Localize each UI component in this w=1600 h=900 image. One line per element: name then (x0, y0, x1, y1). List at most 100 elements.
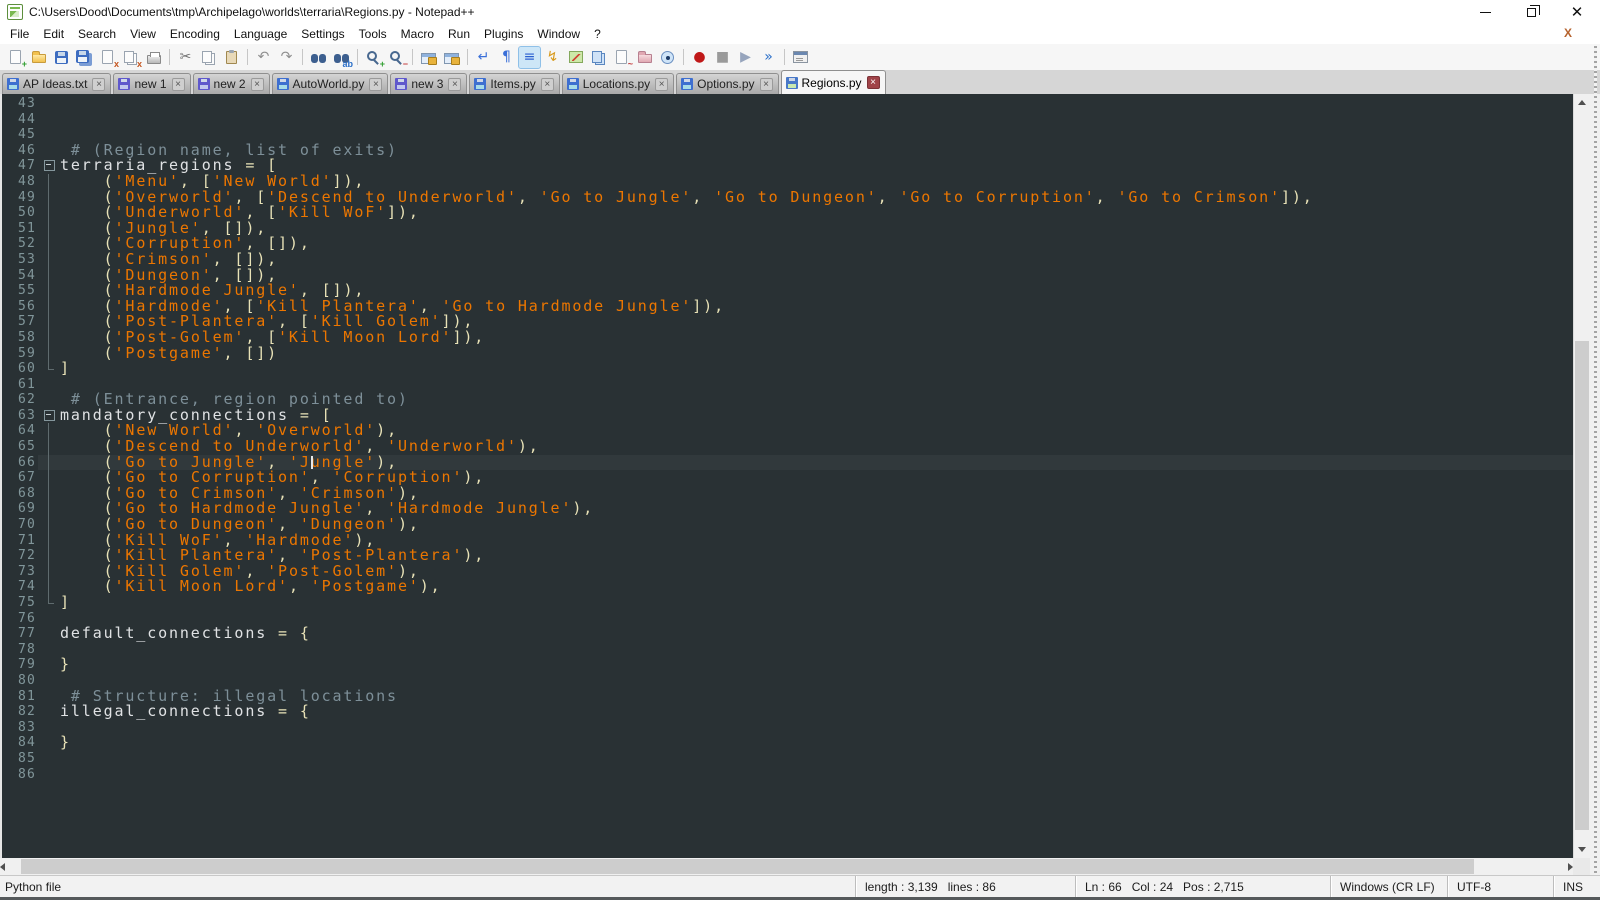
tab-close-icon[interactable]: × (369, 78, 382, 91)
menu-tools[interactable]: Tools (352, 25, 394, 43)
code-line[interactable]: 59 ('Postgame', []) (2, 346, 1573, 362)
sync-vertical-scroll-button[interactable] (418, 47, 439, 68)
word-wrap-button[interactable]: ↵ (473, 47, 494, 68)
menu-plugins[interactable]: Plugins (477, 25, 530, 43)
tab-regions-py[interactable]: Regions.py× (781, 70, 886, 94)
menu-macro[interactable]: Macro (394, 25, 441, 43)
replace-button[interactable]: ab (331, 47, 352, 68)
code-token: 'Go to Jungle' (540, 188, 693, 206)
minimize-button[interactable] (1462, 0, 1508, 24)
horizontal-scrollbar[interactable] (0, 858, 1573, 875)
status-insert-mode[interactable]: INS (1553, 876, 1600, 897)
code-line[interactable]: 74 ('Kill Moon Lord', 'Postgame'), (2, 579, 1573, 595)
menu-search[interactable]: Search (71, 25, 123, 43)
undo-button[interactable]: ↶ (253, 47, 274, 68)
zoom-out-button[interactable]: − (386, 47, 407, 68)
save-file-button[interactable] (51, 47, 72, 68)
tab-options-py[interactable]: Options.py× (676, 73, 778, 94)
macro-stop-button[interactable]: ■ (712, 47, 733, 68)
menu-language[interactable]: Language (227, 25, 294, 43)
close-file-button[interactable]: x (97, 47, 118, 68)
code-token: ] (60, 359, 71, 377)
macro-record-button[interactable]: ● (689, 47, 710, 68)
paste-button[interactable] (221, 47, 242, 68)
code-editor[interactable]: 43444546 # (Region name, list of exits)4… (0, 94, 1573, 858)
sync-horizontal-scroll-button[interactable] (441, 47, 462, 68)
file-monitoring-button[interactable] (657, 47, 678, 68)
code-line[interactable]: 86 (2, 767, 1573, 783)
run-command-button[interactable]: ↯ (542, 47, 563, 68)
tab-ap-ideas-txt[interactable]: AP Ideas.txt× (2, 73, 111, 94)
menu-encoding[interactable]: Encoding (163, 25, 227, 43)
indent-guide-button[interactable]: ≡ (519, 47, 540, 68)
find-button[interactable] (308, 47, 329, 68)
show-all-characters-button[interactable]: ¶ (496, 47, 517, 68)
close-document-x-icon[interactable]: X (1564, 26, 1572, 40)
fold-marker-mid (40, 330, 58, 346)
print-button[interactable] (143, 47, 164, 68)
new-file-button[interactable]: + (5, 47, 26, 68)
vertical-scroll-track[interactable] (1574, 111, 1590, 841)
code-line[interactable]: 84} (2, 735, 1573, 751)
menu-settings[interactable]: Settings (294, 25, 351, 43)
code-line[interactable]: 82illegal_connections = { (2, 704, 1573, 720)
tab-close-icon[interactable]: × (448, 78, 461, 91)
menu-run[interactable]: Run (441, 25, 477, 43)
folder-as-workspace-button[interactable] (634, 47, 655, 68)
icon-badge: ~ (628, 60, 633, 69)
tab-new-3[interactable]: new 3× (390, 73, 467, 94)
code-line[interactable]: 85 (2, 751, 1573, 767)
tab-close-icon[interactable]: × (867, 76, 880, 89)
tab-autoworld-py[interactable]: AutoWorld.py× (272, 73, 389, 94)
tab-new-2[interactable]: new 2× (193, 73, 270, 94)
code-line[interactable]: 60] (2, 361, 1573, 377)
edit-macro-button[interactable]: ~ (611, 47, 632, 68)
vertical-scrollbar[interactable] (1573, 94, 1590, 858)
tab-locations-py[interactable]: Locations.py× (562, 73, 674, 94)
document-map-button[interactable] (565, 47, 586, 68)
code-line[interactable]: 83 (2, 720, 1573, 736)
tab-close-icon[interactable]: × (760, 78, 773, 91)
tab-close-icon[interactable]: × (92, 78, 105, 91)
tab-close-icon[interactable]: × (655, 78, 668, 91)
tab-close-icon[interactable]: × (251, 78, 264, 91)
vertical-scroll-thumb[interactable] (1575, 341, 1589, 830)
menu-help[interactable]: ? (587, 25, 608, 43)
menu-window[interactable]: Window (530, 25, 587, 43)
copy-button[interactable] (198, 47, 219, 68)
menu-view[interactable]: View (123, 25, 163, 43)
close-button[interactable]: ✕ (1554, 0, 1600, 24)
menu-file[interactable]: File (3, 25, 36, 43)
code-line[interactable]: 44 (2, 112, 1573, 128)
tab-close-icon[interactable]: × (541, 78, 554, 91)
tab-new-1[interactable]: new 1× (113, 73, 190, 94)
tab-close-icon[interactable]: × (172, 78, 185, 91)
code-line[interactable]: 79} (2, 657, 1573, 673)
code-line[interactable]: 75] (2, 595, 1573, 611)
close-all-button[interactable]: x (120, 47, 141, 68)
horizontal-scroll-track[interactable] (5, 858, 1568, 875)
zoom-in-button[interactable]: + (363, 47, 384, 68)
open-file-button[interactable] (28, 47, 49, 68)
floppy-disk-icon (118, 78, 130, 90)
tab-items-py[interactable]: Items.py× (469, 73, 559, 94)
restore-button[interactable] (1508, 0, 1554, 24)
fold-marker-open[interactable] (40, 408, 58, 424)
save-all-icon (76, 50, 89, 63)
document-list-button[interactable] (588, 47, 609, 68)
cut-button[interactable]: ✂ (175, 47, 196, 68)
save-all-button[interactable] (74, 47, 95, 68)
macro-run-multiple-button[interactable]: » (758, 47, 779, 68)
fold-marker-open[interactable] (40, 158, 58, 174)
menu-edit[interactable]: Edit (36, 25, 71, 43)
horizontal-scroll-thumb[interactable] (21, 859, 1475, 874)
panel-splitter[interactable] (1594, 46, 1597, 875)
code-line[interactable]: 77default_connections = { (2, 626, 1573, 642)
document-switcher-button[interactable] (790, 47, 811, 68)
scroll-down-button[interactable] (1574, 841, 1590, 858)
code-line[interactable]: 43 (2, 96, 1573, 112)
code-line[interactable]: 78 (2, 642, 1573, 658)
scroll-up-button[interactable] (1574, 94, 1590, 111)
macro-play-button[interactable]: ▶ (735, 47, 756, 68)
redo-button[interactable]: ↷ (276, 47, 297, 68)
